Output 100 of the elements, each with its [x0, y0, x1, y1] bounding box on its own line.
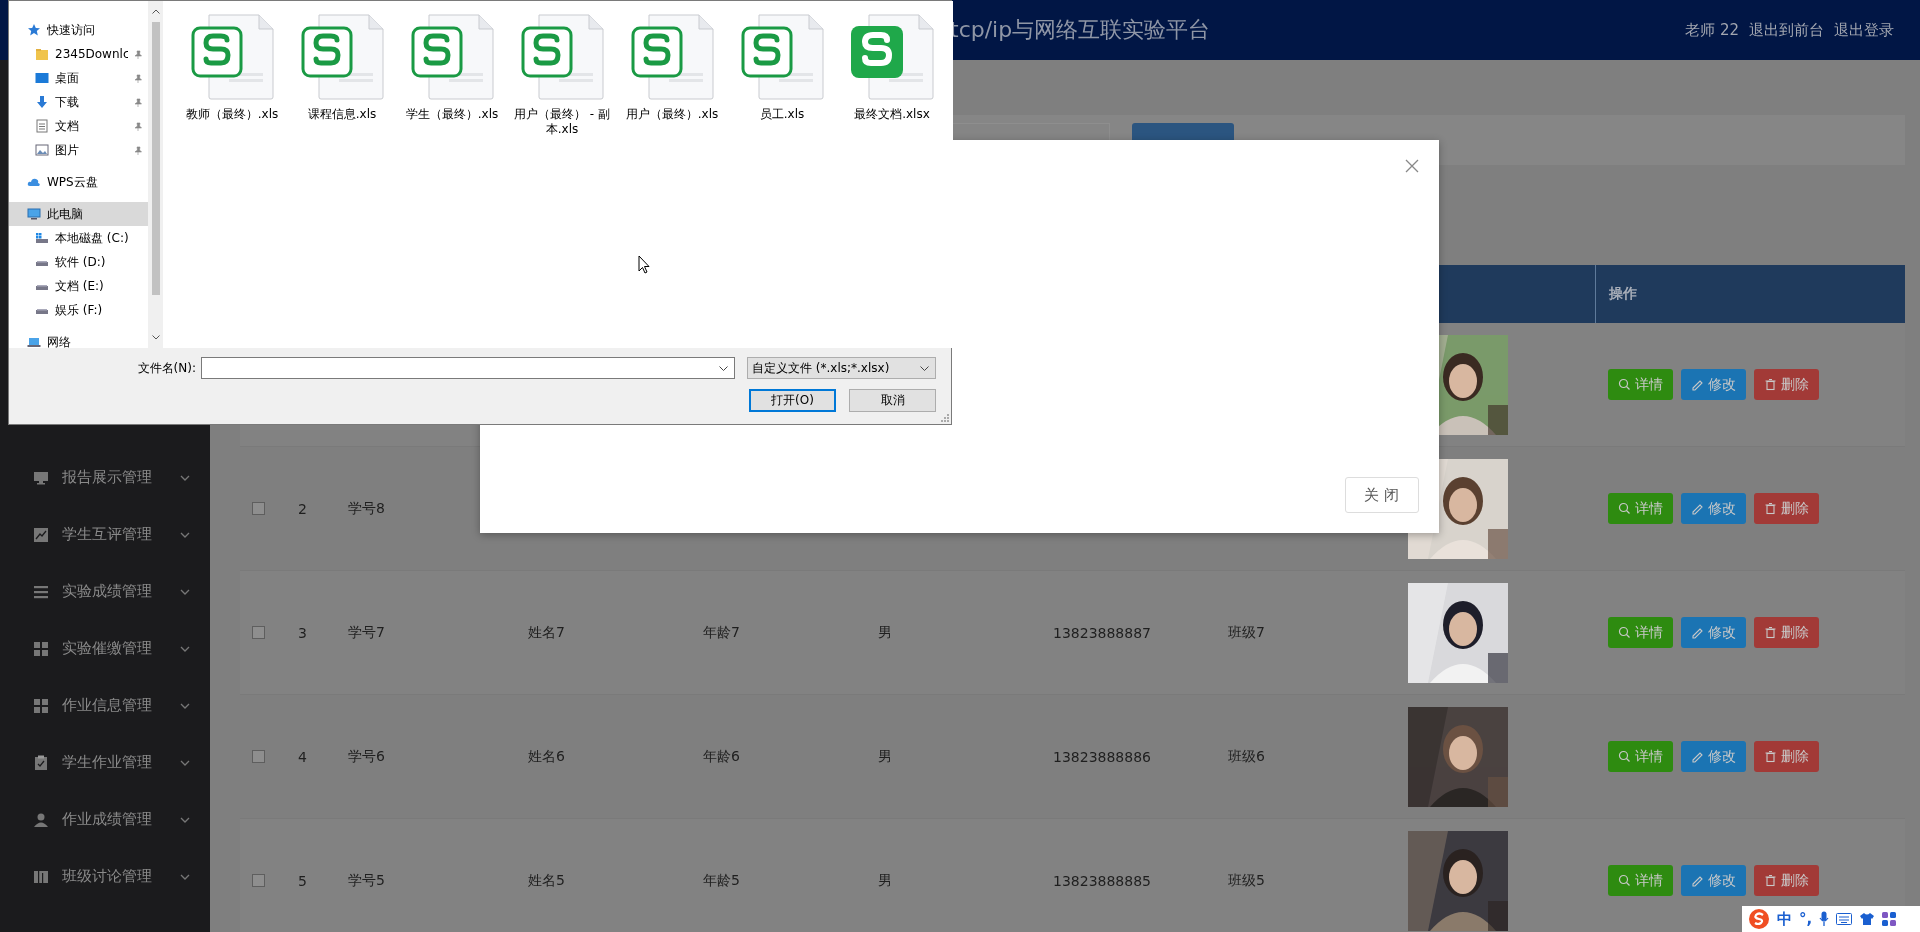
sidebar-item[interactable]: 作业信息管理: [0, 677, 210, 734]
pencil-icon: [1691, 502, 1704, 515]
spreadsheet-file-icon: [409, 13, 495, 101]
pencil-icon: [1691, 874, 1704, 887]
chevron-down-icon: [180, 474, 190, 481]
nav-item[interactable]: 快速访问: [9, 18, 148, 42]
search-icon: [1618, 378, 1631, 391]
chevron-down-icon: [719, 365, 728, 371]
trash-icon: [1764, 750, 1777, 763]
cursor-icon: [638, 255, 650, 274]
spreadsheet-file-icon: [189, 13, 275, 101]
filename-field[interactable]: [201, 357, 735, 379]
close-icon[interactable]: [1405, 159, 1419, 173]
nav-item[interactable]: 桌面: [9, 66, 148, 90]
row-checkbox[interactable]: [252, 874, 265, 887]
file-name[interactable]: 用户（最终） - 副本.xls: [514, 107, 610, 137]
nav-item[interactable]: 2345Downlc: [9, 42, 148, 66]
delete-button[interactable]: 删除: [1754, 865, 1819, 896]
file-type-dropdown[interactable]: 自定义文件 (*.xls;*.xlsx): [747, 357, 936, 379]
delete-button[interactable]: 删除: [1754, 369, 1819, 400]
nav-item[interactable]: 娱乐 (F:): [9, 298, 148, 322]
chevron-down-icon: [180, 816, 190, 823]
chevron-down-icon: [180, 759, 190, 766]
download-arrow-icon: [35, 95, 49, 109]
chevron-down-icon: [180, 873, 190, 880]
image-icon: [35, 143, 49, 157]
file-name[interactable]: 教师（最终）.xls: [184, 107, 280, 122]
sidebar-item[interactable]: 学生互评管理: [0, 506, 210, 563]
sidebar-item[interactable]: 实验成绩管理: [0, 563, 210, 620]
nav-item[interactable]: 此电脑: [9, 202, 148, 226]
search-icon: [1618, 502, 1631, 515]
row-checkbox[interactable]: [252, 626, 265, 639]
table-cell: 班级6: [1228, 747, 1265, 766]
sidebar-item[interactable]: 实验催缴管理: [0, 620, 210, 677]
field-label: 文件名(N):: [136, 359, 196, 377]
table-cell: 男: [878, 623, 892, 642]
trash-icon: [1764, 378, 1777, 391]
file-name[interactable]: 课程信息.xls: [294, 107, 390, 122]
table-cell: 学号8: [348, 499, 385, 518]
table-cell: 班级7: [1228, 623, 1265, 642]
table-cell: 学号7: [348, 623, 385, 642]
table-cell: 13823888887: [1053, 624, 1151, 641]
site-title: tcp/ip与网络互联实验平台: [950, 16, 1211, 44]
user-name: 老师 22: [1685, 20, 1739, 40]
book-icon: [33, 868, 49, 885]
nav-item[interactable]: 图片: [9, 138, 148, 162]
table-cell: 2: [298, 500, 307, 517]
header-link[interactable]: 退出登录: [1834, 20, 1894, 40]
sidebar-item[interactable]: 学生作业管理: [0, 734, 210, 791]
file-name[interactable]: 最终文档.xlsx: [844, 107, 940, 122]
nav-item[interactable]: 网络: [9, 330, 148, 348]
delete-button[interactable]: 删除: [1754, 493, 1819, 524]
cancel-button[interactable]: 取消: [849, 389, 936, 412]
close-button[interactable]: 关闭: [1345, 477, 1419, 513]
search-icon: [1618, 750, 1631, 763]
row-checkbox[interactable]: [252, 502, 265, 515]
chevron-down-icon: [180, 645, 190, 652]
spreadsheet-file-icon: [849, 13, 935, 101]
nav-item[interactable]: 文档 (E:): [9, 274, 148, 298]
delete-button[interactable]: 删除: [1754, 741, 1819, 772]
sidebar-item[interactable]: 班级讨论管理: [0, 848, 210, 905]
table-cell: 姓名6: [528, 747, 565, 766]
nav-item[interactable]: WPS云盘: [9, 170, 148, 194]
star-icon: [27, 23, 41, 37]
sidebar-item[interactable]: 报告展示管理: [0, 449, 210, 506]
chevron-down-icon: [920, 365, 929, 371]
pencil-icon: [1691, 750, 1704, 763]
table-cell: 年龄5: [703, 871, 740, 890]
table-cell: 5: [298, 872, 307, 889]
file-name[interactable]: 用户（最终）.xls: [624, 107, 720, 122]
delete-button[interactable]: 删除: [1754, 617, 1819, 648]
nav-item[interactable]: 软件 (D:): [9, 250, 148, 274]
monitor-icon: [33, 469, 49, 486]
row-checkbox[interactable]: [252, 750, 265, 763]
grid-icon: [33, 697, 49, 714]
file-name[interactable]: 学生（最终）.xls: [404, 107, 500, 122]
nav-item[interactable]: 文档: [9, 114, 148, 138]
input-mode[interactable]: 中: [1777, 909, 1792, 929]
header-link[interactable]: 退出到前台: [1749, 20, 1824, 40]
folder-icon: [35, 47, 49, 61]
punctuation-mode[interactable]: °,: [1799, 910, 1813, 928]
nav-item[interactable]: 本地磁盘 (C:): [9, 226, 148, 250]
resize-grip-icon: [940, 413, 949, 422]
table-cell: 13823888885: [1053, 872, 1151, 889]
trash-icon: [1764, 626, 1777, 639]
search-icon: [1618, 626, 1631, 639]
trash-icon: [1764, 874, 1777, 887]
nav-item[interactable]: 下载: [9, 90, 148, 114]
open-button[interactable]: 打开(O): [749, 389, 836, 412]
table-cell: 学号5: [348, 871, 385, 890]
keyboard-icon: [1836, 913, 1853, 925]
sidebar-item[interactable]: 作业成绩管理: [0, 791, 210, 848]
list-icon: [33, 583, 49, 600]
table-cell: 姓名7: [528, 623, 565, 642]
network-icon: [27, 335, 41, 348]
file-name[interactable]: 员工.xls: [734, 107, 830, 122]
chevron-down-icon: [180, 588, 190, 595]
computer-icon: [27, 207, 41, 221]
table-cell: 姓名5: [528, 871, 565, 890]
spreadsheet-file-icon: [299, 13, 385, 101]
